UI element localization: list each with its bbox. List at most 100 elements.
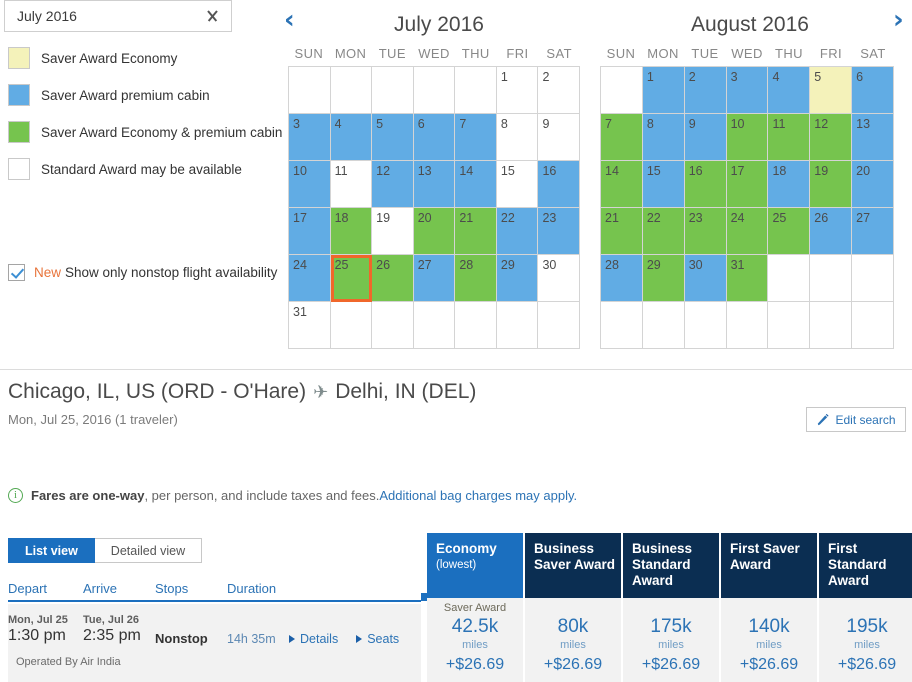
nonstop-filter-row[interactable]: New Show only nonstop flight availabilit… <box>8 264 277 281</box>
calendar-day-cell[interactable]: 29 <box>496 255 539 302</box>
fare-cell[interactable]: 80k miles +$26.69 <box>525 598 621 682</box>
calendar-day-cell[interactable]: 4 <box>330 114 373 161</box>
calendar-day-cell[interactable]: 4 <box>768 67 811 114</box>
calendar-day-cell[interactable]: 17 <box>289 208 331 255</box>
legend-item: Saver Award Economy & premium cabin <box>8 120 288 144</box>
calendar-day-cell[interactable]: 17 <box>726 161 769 208</box>
calendar-day-cell[interactable]: 14 <box>455 161 497 208</box>
calendar-day-cell[interactable]: 27 <box>852 208 895 255</box>
fare-cell[interactable]: 175k miles +$26.69 <box>623 598 719 682</box>
view-tab-detailed[interactable]: Detailed view <box>94 538 203 563</box>
calendar-day-cell[interactable]: 26 <box>372 255 414 302</box>
chevron-down-icon <box>203 10 223 22</box>
calendar-day-cell[interactable]: 2 <box>684 67 727 114</box>
legend-label: Saver Award premium cabin <box>41 87 210 103</box>
calendar-day-cell[interactable]: 18 <box>330 208 373 255</box>
calendar-day-cell[interactable]: 9 <box>538 114 581 161</box>
additional-bag-charges-link[interactable]: Additional bag charges may apply. <box>379 488 577 503</box>
calendar-day-cell[interactable]: 20 <box>852 161 895 208</box>
calendar-day-cell[interactable]: 13 <box>852 114 895 161</box>
calendar-day-cell[interactable]: 12 <box>372 161 414 208</box>
calendar-day-cell[interactable]: 22 <box>642 208 685 255</box>
calendar-day-cell[interactable]: 25 <box>330 255 373 302</box>
calendar-day-cell[interactable]: 15 <box>642 161 685 208</box>
destination-label: Delhi, IN (DEL) <box>335 380 477 403</box>
calendar-day-cell[interactable]: 20 <box>413 208 456 255</box>
info-normal-text: , per person, and include taxes and fees… <box>144 488 380 503</box>
edit-search-label: Edit search <box>835 412 896 427</box>
calendar-day-cell[interactable]: 28 <box>601 255 643 302</box>
calendar-day-cell[interactable]: 7 <box>455 114 497 161</box>
fare-cell[interactable]: 140k miles +$26.69 <box>721 598 817 682</box>
seats-link[interactable]: Seats <box>356 614 399 646</box>
calendar-day-cell[interactable]: 3 <box>726 67 769 114</box>
calendar-week: 7 8 9 10 11 12 13 <box>601 114 895 161</box>
calendar-day-cell[interactable]: 16 <box>538 161 581 208</box>
calendar-empty-cell <box>413 302 456 349</box>
calendar-day-cell[interactable]: 29 <box>642 255 685 302</box>
calendar-day-cell[interactable]: 26 <box>810 208 853 255</box>
calendar-day-cell[interactable]: 8 <box>642 114 685 161</box>
calendar-day-cell[interactable]: 6 <box>413 114 456 161</box>
calendar-day-cell[interactable]: 13 <box>413 161 456 208</box>
dow-label: THU <box>461 46 490 61</box>
calendar-day-cell[interactable]: 23 <box>538 208 581 255</box>
calendar-day-cell[interactable]: 5 <box>372 114 414 161</box>
flight-results-section: List view Detailed view Depart Arrive Sto… <box>0 533 912 682</box>
calendar-day-cell[interactable]: 21 <box>455 208 497 255</box>
calendar-day-cell[interactable]: 25 <box>768 208 811 255</box>
calendar-day-cell[interactable]: 22 <box>496 208 539 255</box>
calendar-day-cell[interactable]: 5 <box>810 67 853 114</box>
calendar-day-cell[interactable]: 8 <box>496 114 539 161</box>
fare-cell[interactable]: Saver Award 42.5k miles +$26.69 <box>427 598 523 682</box>
calendar-day-cell[interactable]: 23 <box>684 208 727 255</box>
calendar-day-cell[interactable]: 24 <box>289 255 331 302</box>
calendar-day-cell[interactable]: 24 <box>726 208 769 255</box>
edit-search-button[interactable]: Edit search <box>806 407 906 432</box>
calendar-day-cell[interactable]: 10 <box>726 114 769 161</box>
calendar-day-cell[interactable]: 31 <box>289 302 331 349</box>
calendar-day-cell[interactable]: 2 <box>538 67 581 114</box>
calendar-day-cell[interactable]: 6 <box>852 67 895 114</box>
flight-row[interactable]: Mon, Jul 25 1:30 pm Tue, Jul 26 2:35 pm … <box>8 604 421 682</box>
calendar-day-cell[interactable]: 18 <box>768 161 811 208</box>
calendar-day-cell[interactable]: 21 <box>601 208 643 255</box>
view-tab-list[interactable]: List view <box>8 538 95 563</box>
calendar-day-cell[interactable]: 1 <box>642 67 685 114</box>
calendar-day-cell[interactable]: 30 <box>684 255 727 302</box>
calendar-day-cell[interactable]: 15 <box>496 161 539 208</box>
fare-title: First Saver Award <box>730 541 800 572</box>
calendar-day-cell[interactable]: 3 <box>289 114 331 161</box>
nonstop-checkbox[interactable] <box>8 264 25 281</box>
calendar-day-cell[interactable]: 14 <box>601 161 643 208</box>
calendar-day-cell[interactable]: 7 <box>601 114 643 161</box>
calendar-day-cell[interactable]: 28 <box>455 255 497 302</box>
calendar-july: July 2016 SUN MON TUE WED THU FRI SAT 12345678… <box>272 10 592 349</box>
fare-column-header: First Saver Award <box>721 533 817 598</box>
legend-swatch <box>8 84 30 106</box>
calendar-day-cell[interactable]: 11 <box>768 114 811 161</box>
fare-cell[interactable]: 195k miles +$26.69 <box>819 598 912 682</box>
calendar-august: August 2016 SUN MON TUE WED THU FRI SAT 123456… <box>600 10 912 349</box>
calendar-day-cell[interactable]: 19 <box>810 161 853 208</box>
fare-title: First Standard Award <box>828 541 887 588</box>
calendar-day-cell[interactable]: 27 <box>413 255 456 302</box>
fare-columns: Economy (lowest) Saver Award 42.5k miles +$26… <box>427 533 912 682</box>
fare-tag <box>623 602 719 616</box>
details-link[interactable]: Details <box>289 614 338 646</box>
calendar-day-cell[interactable]: 11 <box>330 161 373 208</box>
calendar-day-cell[interactable]: 1 <box>496 67 539 114</box>
origin-label: Chicago, IL, US (ORD - O'Hare) <box>8 380 307 403</box>
month-select[interactable]: July 2016 <box>4 0 232 32</box>
calendar-day-cell[interactable]: 9 <box>684 114 727 161</box>
fare-miles: 140k <box>748 616 790 637</box>
view-tabs: List view Detailed view <box>8 538 203 563</box>
calendar-day-cell[interactable]: 10 <box>289 161 331 208</box>
calendar-day-cell[interactable]: 16 <box>684 161 727 208</box>
calendar-day-cell[interactable]: 19 <box>372 208 414 255</box>
calendar-day-cell[interactable]: 30 <box>538 255 581 302</box>
fare-tag <box>819 602 912 616</box>
calendar-day-cell[interactable]: 31 <box>726 255 769 302</box>
fare-unit: miles <box>560 639 586 651</box>
calendar-day-cell[interactable]: 12 <box>810 114 853 161</box>
